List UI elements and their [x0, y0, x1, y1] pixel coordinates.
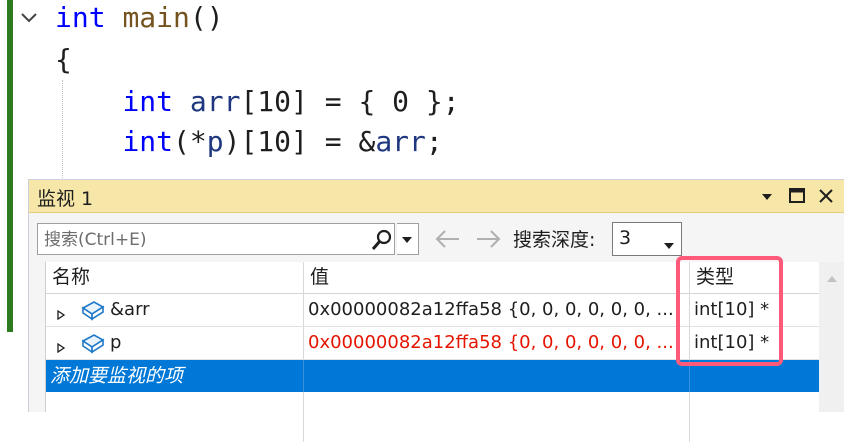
- code-line[interactable]: int arr[10] = { 0 };: [55, 84, 460, 120]
- code-token: int: [55, 1, 106, 34]
- code-token: main: [122, 1, 190, 34]
- column-header-type[interactable]: 类型: [690, 262, 820, 294]
- watch-row[interactable]: p 0x00000082a12ffa58 {0, 0, 0, 0, 0, 0, …: [46, 327, 820, 359]
- vertical-scrollbar[interactable]: [819, 262, 844, 412]
- watch-window: 监视 1 搜索深度: 3: [28, 179, 844, 442]
- watch-titlebar[interactable]: 监视 1: [29, 180, 844, 213]
- watch-row-type: int[10] *: [694, 332, 770, 353]
- watch-row-value[interactable]: 0x00000082a12ffa58 {0, 0, 0, 0, 0, 0, ..…: [308, 294, 686, 326]
- code-token: (): [189, 1, 224, 34]
- search-input[interactable]: [42, 227, 366, 253]
- column-header-label: 名称: [52, 266, 91, 288]
- chevron-down-icon: [663, 235, 675, 254]
- column-divider: [689, 360, 690, 392]
- column-header-label: 值: [310, 266, 330, 288]
- code-token: ;: [425, 125, 443, 158]
- maximize-icon[interactable]: [786, 185, 808, 207]
- code-token: int: [122, 85, 174, 118]
- add-watch-item-row[interactable]: 添加要监视的项: [46, 360, 820, 392]
- column-header-value[interactable]: 值: [304, 262, 690, 294]
- expand-triangle-icon[interactable]: [56, 338, 66, 354]
- watch-toolbar: 搜索深度: 3: [29, 213, 844, 267]
- code-token: (*: [173, 125, 207, 158]
- add-watch-item-text: 添加要监视的项: [50, 365, 184, 387]
- code-token: arr: [375, 125, 426, 158]
- scroll-up-arrow-icon[interactable]: [826, 268, 838, 287]
- search-icon[interactable]: [370, 228, 394, 252]
- watch-grid: 名称 值 类型 &arr 0x00000082a12ffa58 {0, 0, 0…: [45, 262, 820, 442]
- window-dropdown-icon[interactable]: [756, 185, 778, 207]
- watch-row-type: int[10] *: [694, 299, 770, 320]
- search-options-dropdown[interactable]: [397, 223, 419, 255]
- search-depth-select[interactable]: 3: [612, 222, 682, 256]
- watch-row-name: &arr: [110, 299, 150, 320]
- code-line[interactable]: {: [55, 42, 72, 78]
- column-header-name[interactable]: 名称: [46, 262, 304, 294]
- column-divider: [303, 360, 304, 392]
- code-token: {: [55, 43, 72, 76]
- expand-triangle-icon[interactable]: [56, 305, 66, 321]
- search-depth-label: 搜索深度:: [513, 229, 596, 251]
- column-header-label: 类型: [696, 266, 735, 288]
- pointer-object-icon: [80, 331, 106, 355]
- code-line[interactable]: int main(): [55, 0, 224, 36]
- close-icon[interactable]: [815, 185, 837, 207]
- code-token: [10] = { 0 };: [240, 85, 460, 118]
- watch-title: 监视 1: [37, 188, 94, 210]
- back-arrow-icon[interactable]: [433, 227, 461, 251]
- watch-row[interactable]: &arr 0x00000082a12ffa58 {0, 0, 0, 0, 0, …: [46, 294, 820, 326]
- object-cube-icon: [80, 298, 106, 322]
- search-box: [37, 223, 395, 255]
- code-token: arr: [189, 85, 241, 118]
- change-tracking-bar: [7, 0, 13, 332]
- code-line[interactable]: int(*p)[10] = &arr;: [55, 124, 443, 160]
- collapse-chevron-icon[interactable]: [18, 6, 40, 28]
- search-depth-value: 3: [619, 227, 632, 249]
- code-token: )[10] = &: [223, 125, 376, 158]
- watch-row-name: p: [110, 332, 122, 353]
- forward-arrow-icon[interactable]: [475, 227, 503, 251]
- code-token: int: [122, 125, 174, 158]
- code-token: p: [206, 125, 224, 158]
- watch-row-value[interactable]: 0x00000082a12ffa58 {0, 0, 0, 0, 0, 0, ..…: [308, 327, 686, 359]
